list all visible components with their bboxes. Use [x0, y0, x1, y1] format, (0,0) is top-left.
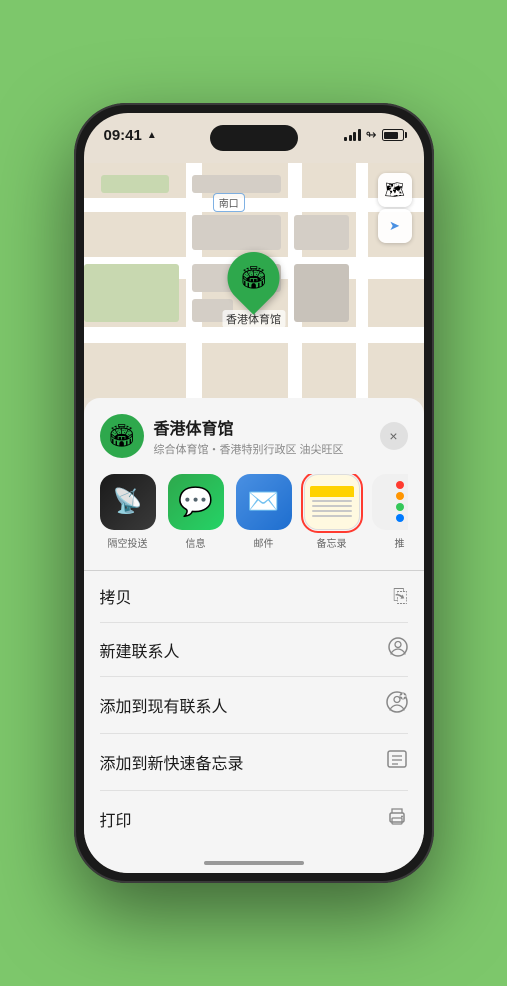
copy-label: 拷贝: [100, 584, 132, 608]
location-subtitle: 综合体育馆・香港特别行政区 油尖旺区: [154, 441, 370, 457]
map-area[interactable]: 南口 🗺 ➤ 🏟 香港体育馆: [84, 163, 424, 398]
share-item-airdrop[interactable]: 📡 隔空投送: [100, 474, 156, 550]
print-label: 打印: [100, 807, 132, 831]
close-button[interactable]: ×: [380, 422, 408, 450]
status-icons: ↬: [344, 127, 403, 143]
location-arrow-icon: ▲: [147, 130, 157, 141]
home-indicator: [84, 853, 424, 873]
map-block-2: [84, 264, 179, 323]
new-contact-label: 新建联系人: [100, 638, 180, 662]
bottom-sheet: 🏟 香港体育馆 综合体育馆・香港特别行政区 油尖旺区 × 📡 隔空投送: [84, 398, 424, 854]
map-block-1: [192, 215, 280, 250]
mail-label: 邮件: [254, 535, 274, 550]
new-contact-icon: [388, 637, 408, 662]
map-block-7: [101, 175, 169, 194]
road-vertical-3: [356, 163, 368, 398]
map-block-8: [192, 175, 280, 194]
road-label: 南口: [213, 193, 245, 212]
map-block-6: [294, 215, 348, 250]
airdrop-label: 隔空投送: [108, 535, 148, 550]
share-item-notes[interactable]: 备忘录: [304, 474, 360, 550]
messages-icon: 💬: [178, 485, 213, 518]
add-existing-icon: [386, 691, 408, 719]
road-horizontal-3: [84, 198, 424, 212]
location-pin: 🏟 香港体育馆: [222, 252, 285, 328]
action-add-existing[interactable]: 添加到现有联系人: [100, 677, 408, 734]
phone-screen: 09:41 ▲ ↬: [84, 113, 424, 873]
action-print[interactable]: 打印: [100, 791, 408, 837]
more-icon-box[interactable]: [372, 474, 408, 530]
wifi-icon: ↬: [366, 127, 377, 143]
action-new-contact[interactable]: 新建联系人: [100, 623, 408, 677]
action-copy[interactable]: 拷贝 ⎘: [100, 570, 408, 623]
add-notes-label: 添加到新快速备忘录: [100, 750, 244, 774]
location-name: 香港体育馆: [154, 415, 370, 439]
status-time: 09:41 ▲: [104, 127, 157, 144]
print-icon: [386, 805, 408, 833]
map-controls: 🗺 ➤: [378, 173, 412, 243]
signal-bars: [344, 129, 361, 141]
share-item-mail[interactable]: ✉️ 邮件: [236, 474, 292, 550]
mail-icon: ✉️: [247, 486, 279, 517]
copy-icon: ⎘: [393, 586, 407, 607]
action-add-notes[interactable]: 添加到新快速备忘录: [100, 734, 408, 791]
notes-icon-box[interactable]: [304, 474, 360, 530]
pin-emoji: 🏟: [240, 265, 268, 291]
map-type-button[interactable]: 🗺: [378, 173, 412, 207]
location-info: 香港体育馆 综合体育馆・香港特别行政区 油尖旺区: [154, 415, 370, 457]
location-button[interactable]: ➤: [378, 209, 412, 243]
share-item-more[interactable]: 推: [372, 474, 408, 550]
home-bar: [204, 861, 304, 865]
more-label: 推: [395, 535, 405, 550]
share-item-messages[interactable]: 💬 信息: [168, 474, 224, 550]
mail-icon-box[interactable]: ✉️: [236, 474, 292, 530]
road-horizontal-2: [84, 327, 424, 343]
share-row: 📡 隔空投送 💬 信息 ✉️ 邮件: [100, 474, 408, 554]
battery-icon: [382, 129, 404, 141]
map-block-5: [294, 264, 348, 323]
add-existing-label: 添加到现有联系人: [100, 693, 228, 717]
location-header: 🏟 香港体育馆 综合体育馆・香港特别行政区 油尖旺区 ×: [100, 414, 408, 458]
location-icon: 🏟: [100, 414, 144, 458]
add-notes-icon: [386, 748, 408, 776]
airdrop-icon-box[interactable]: 📡: [100, 474, 156, 530]
phone-frame: 09:41 ▲ ↬: [74, 103, 434, 883]
notes-icon: [305, 481, 359, 522]
notes-label: 备忘录: [317, 535, 347, 550]
messages-label: 信息: [186, 535, 206, 550]
airdrop-icon: 📡: [113, 487, 143, 516]
dynamic-island: [210, 125, 298, 151]
messages-icon-box[interactable]: 💬: [168, 474, 224, 530]
